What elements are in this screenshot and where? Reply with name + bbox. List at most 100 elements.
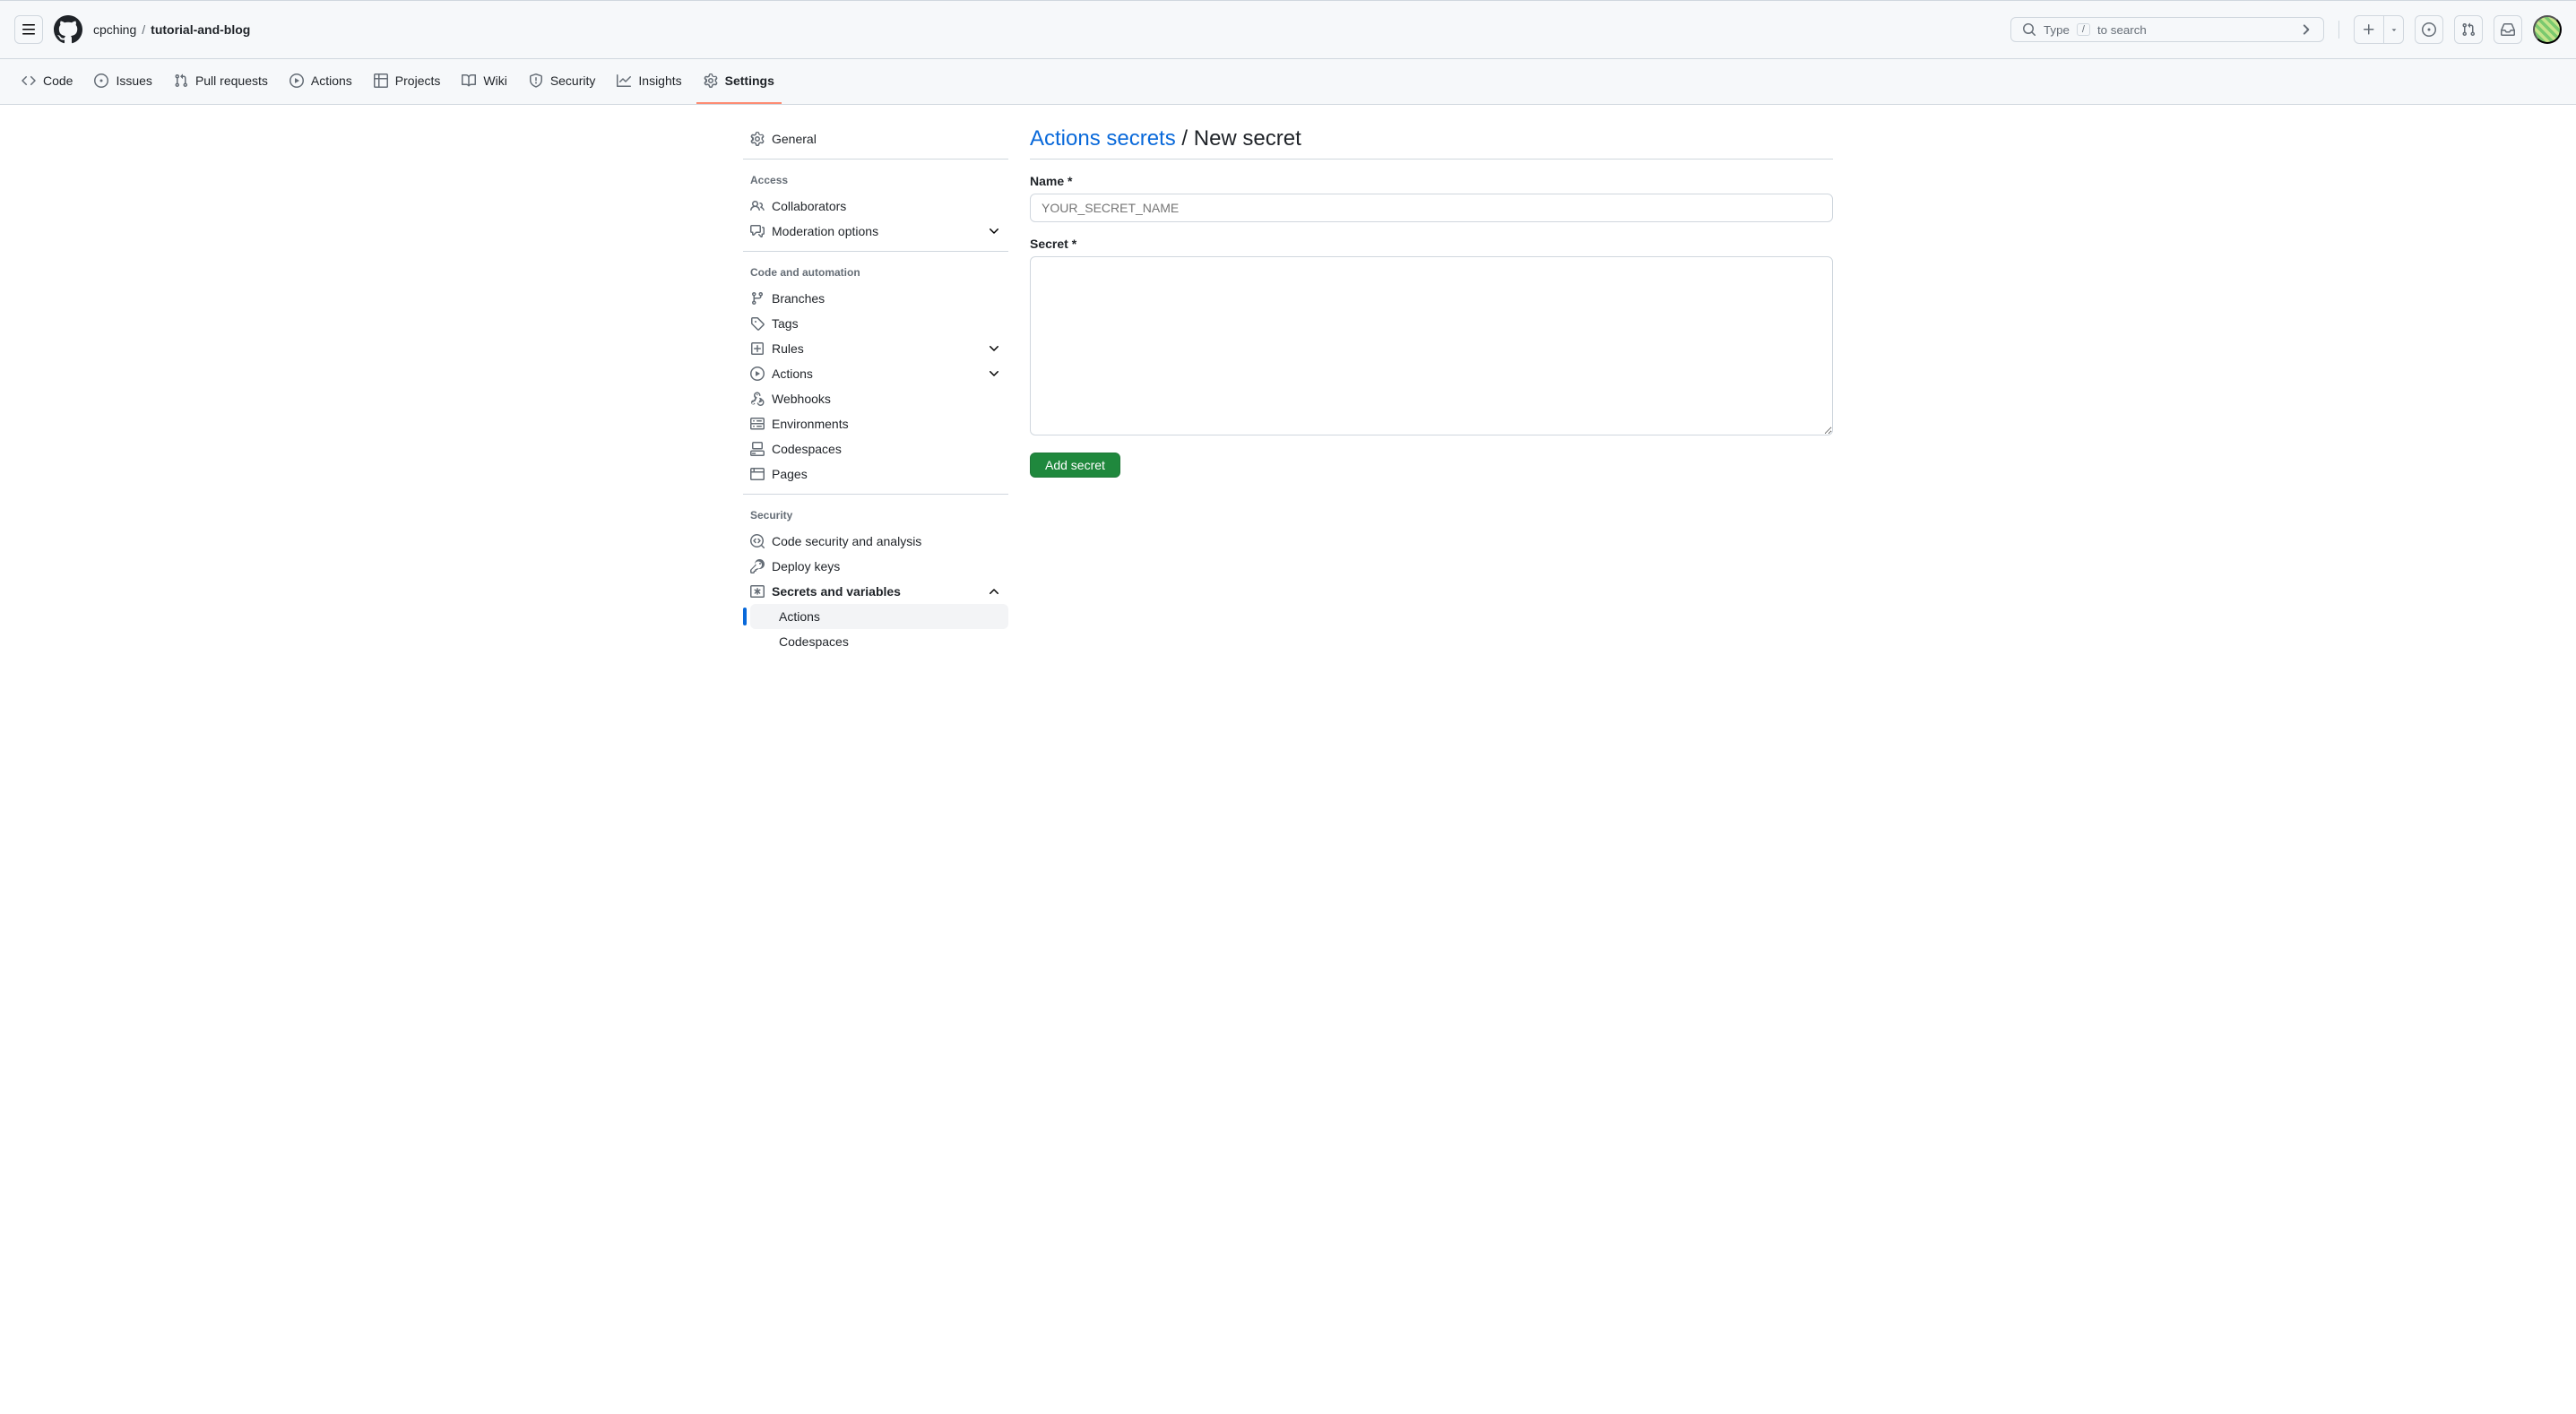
breadcrumb-current: New secret: [1194, 126, 1301, 151]
issues-button[interactable]: [2415, 15, 2443, 44]
sidebar-sub-actions[interactable]: Actions: [750, 604, 1008, 629]
nav-wiki[interactable]: Wiki: [454, 66, 514, 104]
codescan-icon: [750, 534, 765, 548]
breadcrumb-actions-secrets[interactable]: Actions secrets: [1030, 126, 1176, 151]
sidebar-rules[interactable]: Rules: [743, 336, 1008, 361]
sidebar-label: Actions: [772, 366, 813, 381]
sidebar-collaborators[interactable]: Collaborators: [743, 194, 1008, 219]
code-icon: [22, 73, 36, 88]
sidebar-label: Codespaces: [772, 442, 842, 456]
sidebar-codespaces[interactable]: Codespaces: [743, 436, 1008, 461]
sidebar-moderation[interactable]: Moderation options: [743, 219, 1008, 244]
breadcrumb-separator: /: [1176, 126, 1194, 151]
sidebar-branches[interactable]: Branches: [743, 286, 1008, 311]
sidebar-label: Code security and analysis: [772, 534, 921, 548]
slash-key-hint: /: [2077, 23, 2090, 36]
table-icon: [374, 73, 388, 88]
git-branch-icon: [750, 291, 765, 306]
notifications-button[interactable]: [2494, 15, 2522, 44]
search-icon: [2022, 22, 2036, 37]
create-new-button[interactable]: [2354, 15, 2384, 44]
issue-opened-icon: [2422, 22, 2436, 37]
add-secret-button[interactable]: Add secret: [1030, 453, 1120, 478]
sidebar-code-security[interactable]: Code security and analysis: [743, 529, 1008, 554]
search-input[interactable]: Type / to search: [2010, 17, 2324, 42]
nav-label: Code: [43, 73, 73, 88]
github-logo[interactable]: [54, 15, 82, 44]
nav-label: Actions: [311, 73, 352, 88]
repo-link[interactable]: tutorial-and-blog: [151, 22, 250, 37]
page-title: Actions secrets / New secret: [1030, 126, 1833, 160]
secret-name-input[interactable]: [1030, 194, 1833, 222]
nav-security[interactable]: Security: [522, 66, 603, 104]
sidebar-general[interactable]: General: [743, 126, 1008, 151]
header-divider: [2338, 21, 2339, 39]
shield-icon: [529, 73, 543, 88]
create-new-dropdown[interactable]: [2384, 15, 2404, 44]
sidebar-webhooks[interactable]: Webhooks: [743, 386, 1008, 411]
gear-icon: [750, 132, 765, 146]
sidebar-tags[interactable]: Tags: [743, 311, 1008, 336]
nav-label: Pull requests: [195, 73, 268, 88]
repo-nav: Code Issues Pull requests Actions Projec…: [0, 59, 2576, 105]
git-pull-request-icon: [174, 73, 188, 88]
command-palette-icon: [2298, 22, 2312, 37]
sidebar-label: Webhooks: [772, 392, 831, 406]
play-icon: [750, 366, 765, 381]
sidebar-label: Rules: [772, 341, 804, 356]
sidebar-label: Collaborators: [772, 199, 846, 213]
sidebar-pages[interactable]: Pages: [743, 461, 1008, 487]
play-icon: [290, 73, 304, 88]
key-icon: [750, 559, 765, 573]
main-content: Actions secrets / New secret Name * Secr…: [1030, 126, 1833, 654]
repo-push-icon: [750, 341, 765, 356]
browser-icon: [750, 467, 765, 481]
pull-requests-button[interactable]: [2454, 15, 2483, 44]
graph-icon: [617, 73, 631, 88]
repo-breadcrumb: cpching / tutorial-and-blog: [93, 22, 250, 37]
chevron-down-icon: [987, 366, 1001, 381]
sidebar-divider: [743, 494, 1008, 495]
sidebar-deploy-keys[interactable]: Deploy keys: [743, 554, 1008, 579]
sidebar-label: Moderation options: [772, 224, 878, 238]
user-avatar[interactable]: [2533, 15, 2562, 44]
sidebar-secrets-variables[interactable]: Secrets and variables: [743, 579, 1008, 604]
group-title-code-automation: Code and automation: [743, 259, 1008, 286]
name-label: Name *: [1030, 174, 1833, 188]
sidebar-label: General: [772, 132, 817, 146]
sidebar-divider: [743, 251, 1008, 252]
webhook-icon: [750, 392, 765, 406]
sidebar-environments[interactable]: Environments: [743, 411, 1008, 436]
secret-value-textarea[interactable]: [1030, 256, 1833, 435]
triangle-down-icon: [2390, 25, 2399, 34]
hamburger-icon: [22, 22, 36, 37]
hamburger-button[interactable]: [14, 15, 43, 44]
nav-insights[interactable]: Insights: [609, 66, 688, 104]
chevron-up-icon: [987, 584, 1001, 599]
codespaces-icon: [750, 442, 765, 456]
sidebar-sub-codespaces[interactable]: Codespaces: [750, 629, 1008, 654]
nav-actions[interactable]: Actions: [282, 66, 359, 104]
owner-link[interactable]: cpching: [93, 22, 136, 37]
book-icon: [462, 73, 476, 88]
sidebar-label: Tags: [772, 316, 799, 331]
nav-code[interactable]: Code: [14, 66, 80, 104]
chevron-down-icon: [987, 224, 1001, 238]
gear-icon: [704, 73, 718, 88]
chevron-down-icon: [987, 341, 1001, 356]
nav-projects[interactable]: Projects: [367, 66, 448, 104]
search-placeholder-suffix: to search: [2097, 23, 2147, 37]
nav-label: Settings: [725, 73, 774, 88]
github-icon: [54, 15, 82, 44]
nav-issues[interactable]: Issues: [87, 66, 159, 104]
nav-settings[interactable]: Settings: [696, 66, 782, 104]
people-icon: [750, 199, 765, 213]
sidebar-actions[interactable]: Actions: [743, 361, 1008, 386]
search-placeholder-prefix: Type: [2044, 23, 2070, 37]
create-new-group: [2354, 15, 2404, 44]
settings-sidebar: General Access Collaborators Moderation …: [743, 126, 1008, 654]
plus-icon: [2362, 22, 2376, 37]
nav-pull-requests[interactable]: Pull requests: [167, 66, 275, 104]
nav-label: Wiki: [483, 73, 506, 88]
app-header: cpching / tutorial-and-blog Type / to se…: [0, 0, 2576, 59]
